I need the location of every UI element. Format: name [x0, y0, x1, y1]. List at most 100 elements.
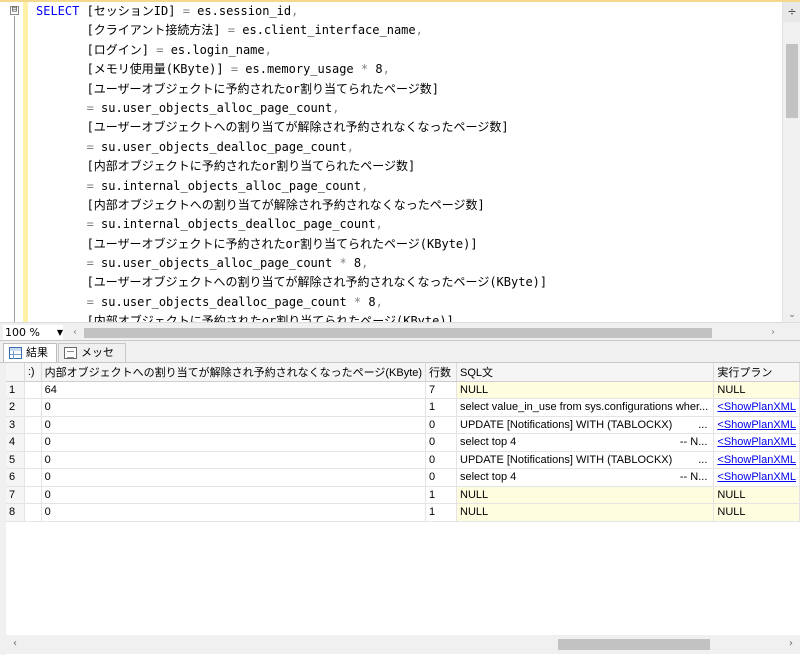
cell-sql[interactable]: UPDATE [Notifications] WITH (TABLOCKX)..… [456, 451, 715, 469]
tab-results[interactable]: 結果 [3, 343, 57, 362]
scroll-thumb[interactable] [558, 639, 710, 650]
row-number[interactable]: 3 [6, 416, 25, 434]
cell-sql[interactable]: NULL [456, 486, 715, 504]
cell-row-count[interactable]: 0 [425, 416, 457, 434]
grid-cell[interactable] [24, 398, 42, 417]
collapse-icon[interactable]: ⊟ [10, 6, 19, 15]
code-line[interactable]: = su.user_objects_alloc_page_count * 8, [36, 254, 776, 273]
editor-horizontal-scrollbar[interactable]: ‹ › [68, 326, 780, 340]
row-number[interactable]: 4 [6, 433, 25, 452]
code-line[interactable]: [ユーザーオブジェクトへの割り当てが解除され予約されなくなったページ(KByte… [36, 273, 776, 292]
table-row[interactable]: 2 0 1 select value_in_use from sys.configur… [6, 398, 800, 417]
showplan-link[interactable]: <ShowPlanXML [713, 398, 800, 417]
code-line[interactable]: [メモリ使用量(KByte)] = es.memory_usage * 8, [36, 60, 776, 79]
code-line[interactable]: [ユーザーオブジェクトに予約されたor割り当てられたページ(KByte)] [36, 235, 776, 254]
cell-row-count[interactable]: 0 [425, 433, 457, 452]
row-number[interactable]: 8 [6, 503, 25, 522]
cell-dealloc-kbyte[interactable]: 64 [41, 381, 427, 399]
code-line[interactable]: [ユーザーオブジェクトに予約されたor割り当てられたページ数] [36, 80, 776, 99]
table-row[interactable]: 8 0 1 NULL NULL [6, 503, 800, 522]
cell-plan[interactable]: NULL [713, 486, 800, 504]
cell-sql[interactable]: NULL [456, 503, 715, 522]
cell-dealloc-kbyte[interactable]: 0 [41, 451, 427, 469]
cell-dealloc-kbyte[interactable]: 0 [41, 416, 427, 434]
sql-code[interactable]: SELECT [セッションID] = es.session_id, [クライアン… [36, 2, 776, 322]
code-line[interactable]: = su.user_objects_dealloc_page_count * 8… [36, 293, 776, 312]
cell-row-count[interactable]: 7 [425, 381, 457, 399]
grid-cell[interactable] [24, 468, 42, 487]
results-horizontal-scrollbar[interactable]: ‹ › [6, 635, 800, 654]
code-line[interactable]: [内部オブジェクトに予約されたor割り当てられたページ数] [36, 157, 776, 176]
grid-cell[interactable] [24, 433, 42, 452]
code-line[interactable]: [ログイン] = es.login_name, [36, 41, 776, 60]
grid-cell[interactable] [24, 381, 42, 399]
code-line[interactable]: [クライアント接続方法] = es.client_interface_name, [36, 21, 776, 40]
table-row[interactable]: 3 0 0 UPDATE [Notifications] WITH (TABLOCKX… [6, 416, 800, 434]
cell-row-count[interactable]: 1 [425, 486, 457, 504]
code-line[interactable]: [内部オブジェクトに予約されたor割り当てられたページ(KByte)] [36, 312, 776, 322]
column-header-dealloc-kbyte[interactable]: 内部オブジェクトへの割り当てが解除され予約されなくなったページ(KByte) [41, 363, 427, 382]
query-editor[interactable]: ⊟ SELECT [セッションID] = es.session_id, [クライ… [0, 0, 800, 342]
scroll-thumb[interactable] [786, 44, 798, 118]
cell-row-count[interactable]: 1 [425, 503, 457, 522]
scroll-down-icon[interactable]: ⌄ [783, 308, 800, 322]
row-number[interactable]: 7 [6, 486, 25, 504]
code-line[interactable]: = su.user_objects_alloc_page_count, [36, 99, 776, 118]
editor-vertical-scrollbar[interactable]: ÷ ⌄ [782, 2, 800, 322]
cell-sql[interactable]: select top 4 -- N... [456, 433, 715, 452]
row-number[interactable]: 2 [6, 398, 25, 417]
scroll-left-icon[interactable]: ‹ [68, 326, 82, 340]
table-row[interactable]: 7 0 1 NULL NULL [6, 486, 800, 504]
code-line[interactable]: = su.internal_objects_alloc_page_count, [36, 177, 776, 196]
cell-sql[interactable]: select value_in_use from sys.configurati… [456, 398, 715, 417]
showplan-link[interactable]: <ShowPlanXML [713, 468, 800, 487]
code-line[interactable]: [ユーザーオブジェクトへの割り当てが解除され予約されなくなったページ数] [36, 118, 776, 137]
table-row[interactable]: 4 0 0 select top 4 -- N... <ShowPlanXML [6, 433, 800, 452]
row-number[interactable]: 6 [6, 468, 25, 487]
cell-sql[interactable]: select top 4 -- N... [456, 468, 715, 487]
scroll-thumb[interactable] [84, 328, 712, 338]
code-line[interactable]: = su.internal_objects_dealloc_page_count… [36, 215, 776, 234]
scroll-left-icon[interactable]: ‹ [8, 637, 22, 651]
zoom-dropdown[interactable]: 100 % ▼ [3, 325, 63, 340]
splitter-icon[interactable]: ÷ [783, 2, 800, 22]
row-number-header[interactable] [6, 363, 25, 382]
showplan-link[interactable]: <ShowPlanXML [713, 433, 800, 452]
code-line[interactable]: SELECT [セッションID] = es.session_id, [36, 2, 776, 21]
scroll-right-icon[interactable]: › [766, 326, 780, 340]
cell-plan[interactable]: NULL [713, 503, 800, 522]
cell-dealloc-kbyte[interactable]: 0 [41, 398, 427, 417]
table-row[interactable]: 5 0 0 UPDATE [Notifications] WITH (TABLOCKX… [6, 451, 800, 469]
tab-messages[interactable]: メッセージ [58, 343, 126, 377]
results-grid[interactable]: :) 内部オブジェクトへの割り当てが解除され予約されなくなったページ(KByte… [6, 363, 800, 633]
row-number[interactable]: 1 [6, 381, 25, 399]
column-header[interactable]: :) [24, 363, 42, 382]
cell-dealloc-kbyte[interactable]: 0 [41, 433, 427, 452]
grid-cell[interactable] [24, 451, 42, 469]
column-header-plan[interactable]: 実行プラン [713, 363, 800, 382]
cell-dealloc-kbyte[interactable]: 0 [41, 503, 427, 522]
grid-cell[interactable] [24, 503, 42, 522]
column-header-row-count[interactable]: 行数 [425, 363, 457, 382]
cell-row-count[interactable]: 0 [425, 468, 457, 487]
scroll-right-icon[interactable]: › [784, 637, 798, 651]
cell-sql[interactable]: NULL [456, 381, 715, 399]
code-line[interactable]: = su.user_objects_dealloc_page_count, [36, 138, 776, 157]
table-row[interactable]: 6 0 0 select top 4 -- N... <ShowPlanXML [6, 468, 800, 487]
showplan-link[interactable]: <ShowPlanXML [713, 451, 800, 469]
row-number[interactable]: 5 [6, 451, 25, 469]
showplan-link[interactable]: <ShowPlanXML [713, 416, 800, 434]
code-token: , [382, 62, 390, 77]
cell-plan[interactable]: NULL [713, 381, 800, 399]
code-token: su.user_objects_alloc_page_count [93, 100, 333, 115]
cell-row-count[interactable]: 1 [425, 398, 457, 417]
grid-cell[interactable] [24, 416, 42, 434]
cell-dealloc-kbyte[interactable]: 0 [41, 468, 427, 487]
table-row[interactable]: 1 64 7 NULL NULL [6, 381, 800, 399]
cell-row-count[interactable]: 0 [425, 451, 457, 469]
cell-sql[interactable]: UPDATE [Notifications] WITH (TABLOCKX)..… [456, 416, 715, 434]
grid-cell[interactable] [24, 486, 42, 504]
code-line[interactable]: [内部オブジェクトへの割り当てが解除され予約されなくなったページ数] [36, 196, 776, 215]
column-header-sql[interactable]: SQL文 [456, 363, 715, 382]
cell-dealloc-kbyte[interactable]: 0 [41, 486, 427, 504]
